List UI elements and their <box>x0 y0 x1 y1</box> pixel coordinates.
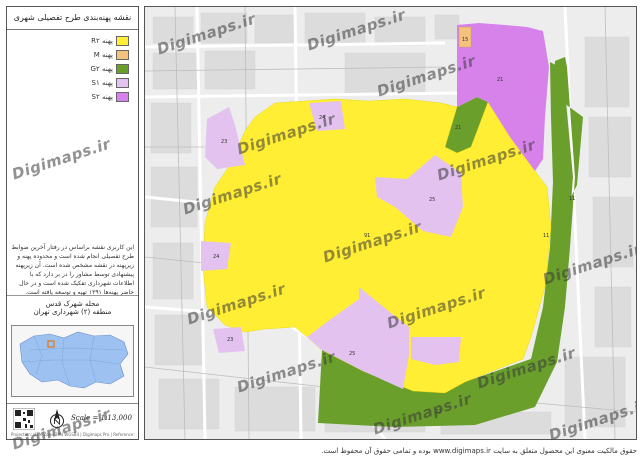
zone-number: 24 <box>213 254 219 260</box>
legend-item-g2: پهنه G۲ <box>7 63 138 76</box>
legend-item-m: پهنه M <box>7 49 138 62</box>
map-canvas: 15 21 21 23 24 25 91 24 23 25 11 11 22 <box>145 7 636 439</box>
legend-swatch <box>116 36 129 46</box>
legend-item-s1: پهنه S۱ <box>7 77 138 90</box>
zone-s1-south-east <box>411 337 461 365</box>
legend-label: پهنه S۲ <box>91 93 113 101</box>
legend-swatch <box>116 78 129 88</box>
panel-title: نقشه پهنه‌بندی طرح تفصیلی شهری <box>7 7 138 30</box>
zone-number: 21 <box>497 77 503 83</box>
legend-swatch <box>116 50 129 60</box>
legend: پهنه R۲ پهنه M پهنه G۲ پهنه S۱ پهنه S۲ <box>7 35 138 105</box>
legend-label: پهنه M <box>93 51 113 59</box>
zone-number: 23 <box>227 337 233 343</box>
zone-number: 25 <box>349 351 355 357</box>
legend-panel: نقشه پهنه‌بندی طرح تفصیلی شهری پهنه R۲ پ… <box>6 6 139 440</box>
legend-swatch <box>116 64 129 74</box>
zone-number: 21 <box>455 125 461 131</box>
legend-item-r2: پهنه R۲ <box>7 35 138 48</box>
zone-number: 11 <box>569 196 575 202</box>
legend-item-s2: پهنه S۲ <box>7 91 138 104</box>
legend-label: پهنه S۱ <box>91 79 113 87</box>
locator-inset-map <box>11 325 134 397</box>
zone-number: 15 <box>462 37 468 43</box>
qr-code-icon <box>13 408 35 430</box>
zone-number: 11 <box>543 233 549 239</box>
zoning-map: 15 21 21 23 24 25 91 24 23 25 11 11 22 D… <box>144 6 637 440</box>
legend-label: پهنه G۲ <box>90 65 113 73</box>
legend-swatch <box>116 92 129 102</box>
map-description: این کاربری نقشه براساس در رفتار آخرین ضو… <box>11 244 134 296</box>
map-sheet: نقشه پهنه‌بندی طرح تفصیلی شهری پهنه R۲ پ… <box>0 0 643 461</box>
zone-number: 23 <box>221 139 227 145</box>
zone-number: 25 <box>429 197 435 203</box>
locator-map-graphic <box>12 326 133 396</box>
copyright-footer: حقوق مالکیت معنوی این محصول متعلق به سای… <box>321 447 637 455</box>
district-name: منطقه (۲) شهرداری تهران <box>33 308 112 316</box>
legend-label: پهنه R۲ <box>91 37 113 45</box>
